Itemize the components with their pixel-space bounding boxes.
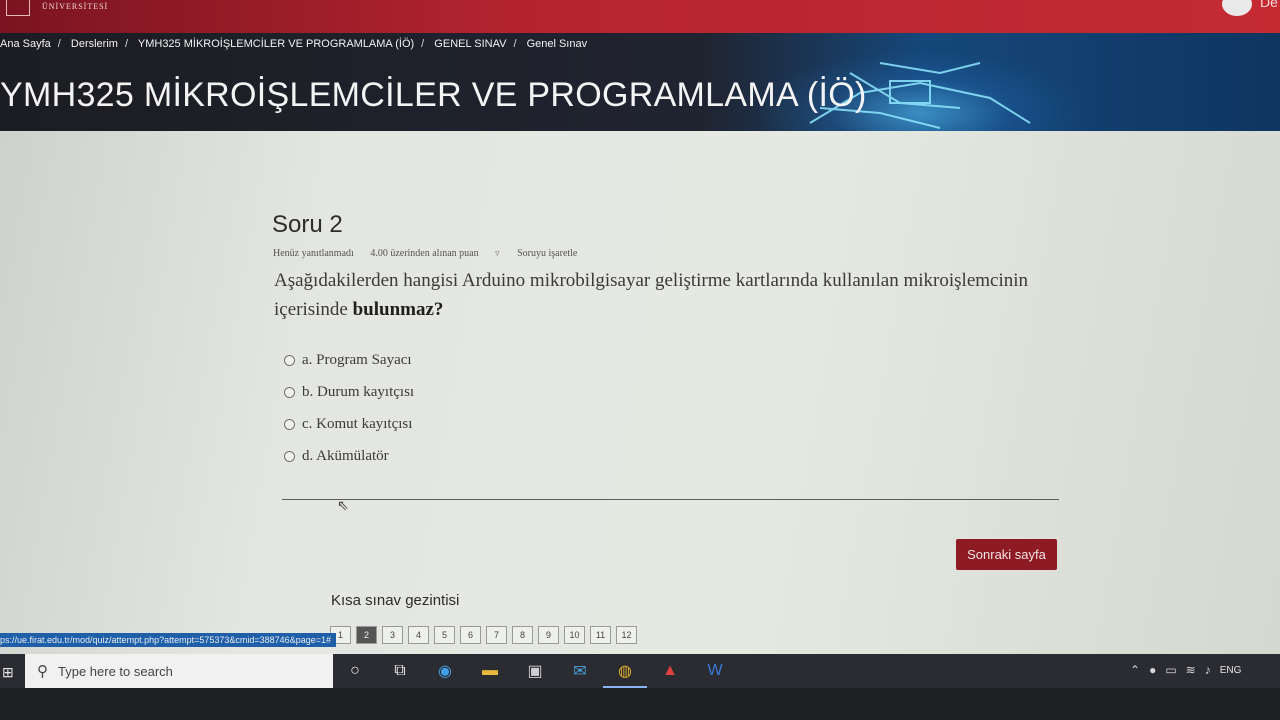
breadcrumb-course[interactable]: YMH325 MİKROİŞLEMCİLER VE PROGRAMLAMA (İ… bbox=[138, 38, 414, 50]
search-icon: ⚲ bbox=[37, 663, 48, 680]
radio-button[interactable] bbox=[284, 355, 295, 366]
flag-question-link[interactable]: ▿ Soruyu işaretle bbox=[495, 248, 591, 259]
taskbar-search-box[interactable]: ⚲ Type here to search bbox=[25, 654, 333, 688]
answer-option-b[interactable]: b. Durum kayıtçısı bbox=[284, 384, 414, 401]
windows-start-icon[interactable]: ⊞ bbox=[2, 664, 14, 680]
chevron-up-icon[interactable]: ⌃ bbox=[1130, 663, 1140, 677]
microphone-icon[interactable]: ● bbox=[1149, 663, 1156, 677]
breadcrumb: Ana Sayfa / Derslerim / YMH325 MİKROİŞLEMC… bbox=[0, 38, 588, 50]
radio-button[interactable] bbox=[284, 451, 295, 462]
logo-text: ÜNİVERSİTESİ bbox=[42, 2, 109, 11]
breadcrumb-home[interactable]: Ana Sayfa bbox=[0, 38, 51, 50]
question-status: Henüz yanıtlanmadı bbox=[273, 248, 354, 259]
quiz-nav-button-12[interactable]: 12 bbox=[616, 626, 637, 644]
quiz-nav-button-4[interactable]: 4 bbox=[408, 626, 429, 644]
quiz-content: Soru 2 Henüz yanıtlanmadı 4.00 üzerinden… bbox=[0, 131, 1280, 654]
status-bar-url: ps://ue.firat.edu.tr/mod/quiz/attempt.ph… bbox=[0, 633, 336, 647]
quiz-nav-button-8[interactable]: 8 bbox=[512, 626, 533, 644]
answer-option-c[interactable]: c. Komut kayıtçısı bbox=[284, 416, 412, 433]
mouse-cursor-icon: ⇖ bbox=[337, 497, 349, 513]
university-logo[interactable] bbox=[6, 0, 30, 16]
answer-label: b. Durum kayıtçısı bbox=[302, 384, 415, 400]
flag-question-label: Soruyu işaretle bbox=[517, 248, 578, 259]
wifi-icon[interactable]: ≋ bbox=[1186, 663, 1196, 677]
quiz-navigation: 1 2 3 4 5 6 7 8 9 10 11 12 bbox=[330, 626, 642, 644]
avatar[interactable] bbox=[1222, 0, 1252, 16]
quiz-nav-button-5[interactable]: 5 bbox=[434, 626, 455, 644]
language-indicator[interactable]: ENG bbox=[1220, 665, 1242, 676]
volume-icon[interactable]: ♪ bbox=[1205, 663, 1211, 677]
quiz-nav-button-6[interactable]: 6 bbox=[460, 626, 481, 644]
quiz-nav-button-7[interactable]: 7 bbox=[486, 626, 507, 644]
course-header: Ana Sayfa / Derslerim / YMH325 MİKROİŞLEMC… bbox=[0, 33, 1280, 131]
question-info: Henüz yanıtlanmadı 4.00 üzerinden alınan… bbox=[273, 248, 605, 259]
question-text-bold: bulunmaz? bbox=[352, 299, 444, 320]
file-explorer-icon[interactable]: ▬ bbox=[478, 659, 502, 683]
user-name[interactable]: De bbox=[1260, 0, 1278, 10]
breadcrumb-quiz[interactable]: Genel Sınav bbox=[527, 38, 588, 50]
quiz-navigation-heading: Kısa sınav gezintisi bbox=[331, 592, 460, 609]
answer-option-a[interactable]: a. Program Sayacı bbox=[284, 352, 412, 369]
flag-icon: ▿ bbox=[495, 248, 500, 258]
question-title: Soru 2 bbox=[272, 211, 343, 238]
answer-option-d[interactable]: d. Akümülatör bbox=[284, 448, 389, 465]
radio-button[interactable] bbox=[284, 419, 295, 430]
store-icon[interactable]: ▣ bbox=[523, 659, 547, 683]
task-view-icon[interactable]: ⧉ bbox=[388, 659, 412, 683]
quiz-nav-button-3[interactable]: 3 bbox=[382, 626, 403, 644]
chrome-icon[interactable]: ◍ bbox=[603, 659, 647, 688]
page-title: YMH325 MİKROİŞLEMCİLER VE PROGRAMLAMA (İ… bbox=[0, 76, 867, 114]
quiz-nav-button-2[interactable]: 2 bbox=[356, 626, 377, 644]
quiz-nav-button-11[interactable]: 11 bbox=[590, 626, 611, 644]
question-points: 4.00 üzerinden alınan puan bbox=[370, 248, 479, 259]
system-tray: ⌃ ● ▭ ≋ ♪ ENG bbox=[1130, 663, 1250, 677]
cortana-icon[interactable]: ○ bbox=[343, 659, 367, 683]
radio-button[interactable] bbox=[284, 387, 295, 398]
answer-label: d. Akümülatör bbox=[302, 448, 389, 464]
edge-icon[interactable]: ◉ bbox=[433, 659, 457, 683]
answer-label: a. Program Sayacı bbox=[302, 352, 412, 368]
divider bbox=[282, 499, 1059, 500]
word-icon[interactable]: W bbox=[703, 659, 727, 683]
acrobat-icon[interactable]: ▲ bbox=[658, 659, 682, 683]
mail-icon[interactable]: ✉ bbox=[568, 659, 592, 683]
quiz-nav-button-10[interactable]: 10 bbox=[564, 626, 585, 644]
breadcrumb-section[interactable]: GENEL SINAV bbox=[434, 38, 506, 50]
top-navbar: ÜNİVERSİTESİ De bbox=[0, 0, 1280, 33]
answer-label: c. Komut kayıtçısı bbox=[302, 416, 413, 432]
breadcrumb-courses[interactable]: Derslerim bbox=[71, 38, 118, 50]
next-page-button[interactable]: Sonraki sayfa bbox=[956, 539, 1057, 570]
battery-icon[interactable]: ▭ bbox=[1165, 663, 1176, 677]
taskbar: ⊞ ⚲ Type here to search ○ ⧉ ◉ ▬ ▣ ✉ ◍ ▲ … bbox=[0, 654, 1280, 720]
quiz-nav-button-9[interactable]: 9 bbox=[538, 626, 559, 644]
search-placeholder: Type here to search bbox=[58, 663, 173, 679]
question-text: Aşağıdakilerden hangisi Arduino mikrobil… bbox=[274, 266, 1034, 324]
